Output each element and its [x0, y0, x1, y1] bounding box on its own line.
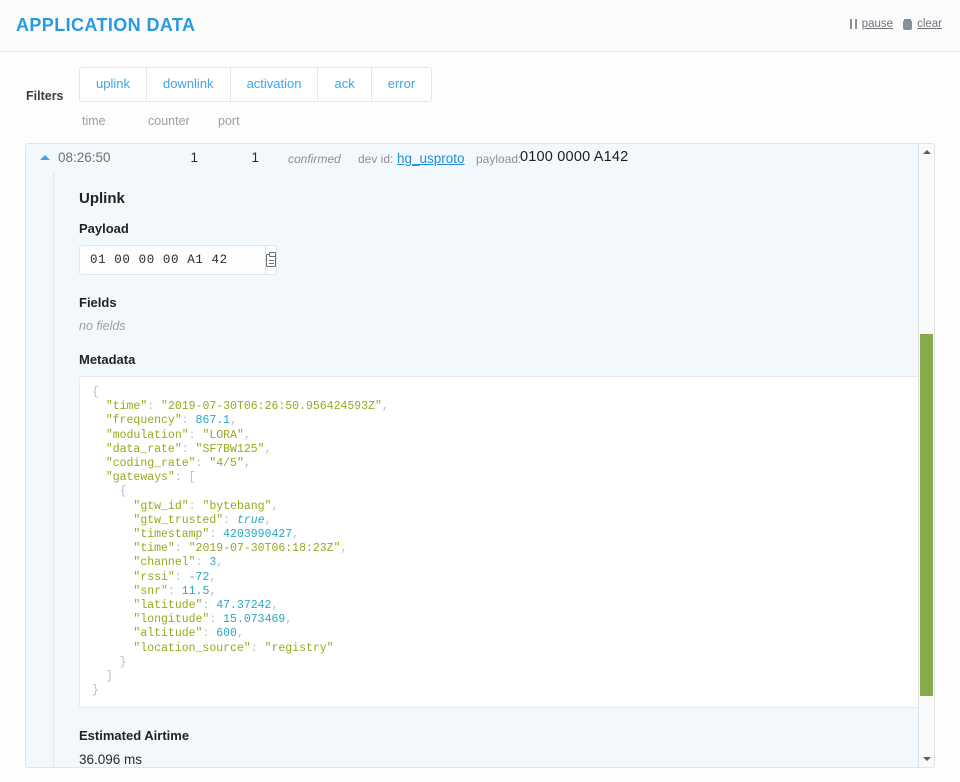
- filter-button-activation[interactable]: activation: [229, 67, 318, 102]
- pause-button[interactable]: pause: [849, 18, 894, 30]
- filter-button-uplink[interactable]: uplink: [79, 67, 146, 102]
- fields-empty-text: no fields: [79, 319, 126, 333]
- clipboard-icon: [266, 251, 276, 267]
- event-port: 1: [251, 150, 259, 165]
- metadata-title: Metadata: [79, 352, 136, 367]
- copy-payload-button[interactable]: [265, 245, 277, 275]
- event-list-panel: 08:26:50 1 1 confirmed dev id: hg_usprot…: [25, 143, 935, 768]
- clear-button[interactable]: clear: [903, 18, 942, 30]
- airtime-title: Estimated Airtime: [79, 728, 190, 744]
- table-column-headers: time counter port: [0, 114, 960, 133]
- event-devid-label: dev id:: [358, 152, 394, 166]
- scroll-down-arrow-icon[interactable]: [919, 751, 934, 767]
- trash-icon: [903, 18, 913, 30]
- event-detail: Uplink Payload Fields no fields Metadata…: [53, 172, 934, 767]
- pause-icon: [849, 19, 857, 29]
- airtime-value: 36.096 ms: [79, 752, 143, 768]
- event-devid-link[interactable]: hg_usproto: [397, 151, 465, 166]
- clear-button-label: clear: [917, 18, 942, 30]
- event-payload-value: 0100 0000 A142: [520, 149, 629, 165]
- page-title: APPLICATION DATA: [16, 15, 196, 35]
- filter-button-error[interactable]: error: [370, 67, 433, 102]
- panel-scrollbar[interactable]: [918, 144, 934, 767]
- metadata-box: { "time": "2019-07-30T06:26:50.956424593…: [79, 376, 922, 709]
- scrollbar-thumb[interactable]: [920, 334, 933, 696]
- table-row[interactable]: 08:26:50 1 1 confirmed dev id: hg_usprot…: [26, 144, 934, 172]
- event-counter: 1: [190, 150, 198, 165]
- filters-label: Filters: [26, 89, 64, 103]
- application-data-page: APPLICATION DATA pause clear Filters upl…: [0, 0, 960, 782]
- metadata-json: { "time": "2019-07-30T06:26:50.956424593…: [92, 386, 389, 698]
- event-confirmed-badge: confirmed: [288, 152, 341, 166]
- filter-button-group: uplink downlink activation ack error: [79, 67, 433, 102]
- caret-up-icon[interactable]: [40, 155, 50, 160]
- payload-input[interactable]: [79, 245, 265, 275]
- pause-button-label: pause: [861, 18, 894, 30]
- event-time: 08:26:50: [58, 150, 111, 165]
- filter-button-downlink[interactable]: downlink: [145, 67, 230, 102]
- event-payload-label: payload:: [476, 152, 522, 166]
- detail-section-title: Uplink: [79, 190, 125, 207]
- payload-field-group: [79, 245, 277, 275]
- column-header-port: port: [218, 114, 240, 128]
- scroll-up-arrow-icon[interactable]: [919, 144, 934, 160]
- payload-title: Payload: [79, 221, 129, 236]
- page-header: APPLICATION DATA pause clear: [0, 0, 960, 52]
- column-header-time: time: [82, 114, 106, 128]
- filters-row: Filters uplink downlink activation ack e…: [0, 52, 960, 114]
- fields-title: Fields: [79, 295, 117, 310]
- filter-button-ack[interactable]: ack: [317, 67, 371, 102]
- column-header-counter: counter: [148, 114, 190, 128]
- header-actions: pause clear: [849, 18, 942, 30]
